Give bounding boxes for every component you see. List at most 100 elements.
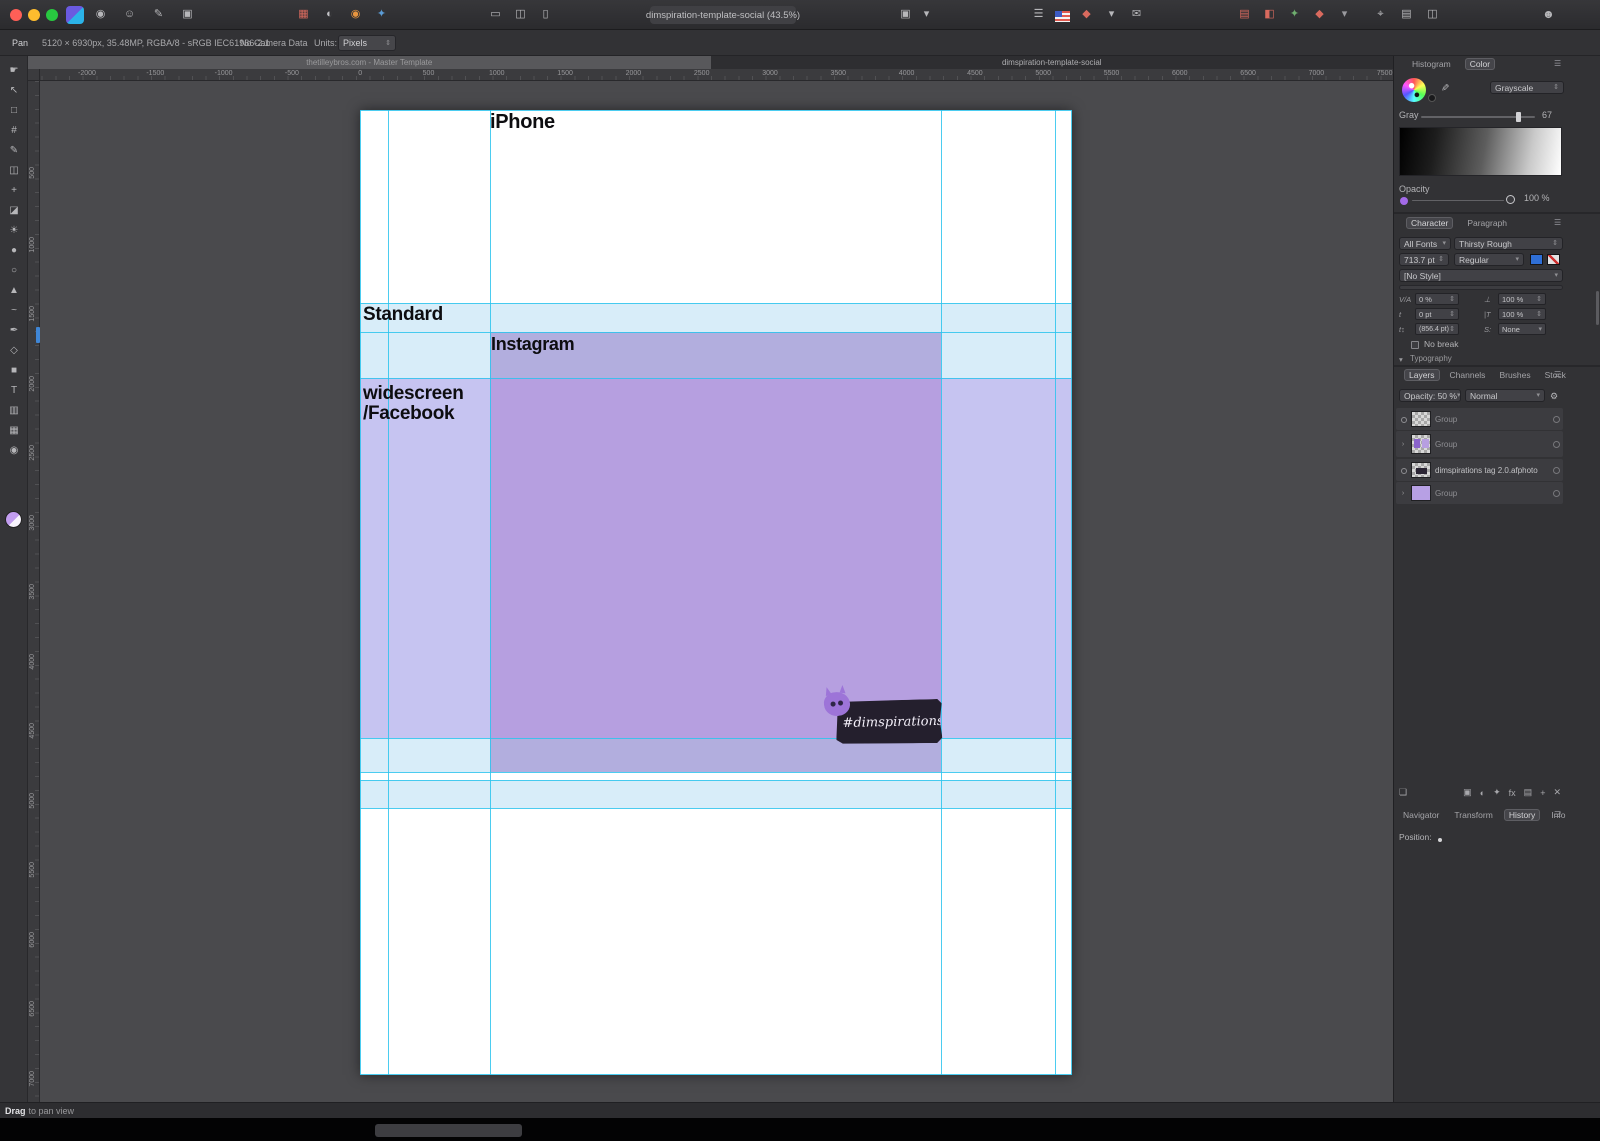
export-persona-icon[interactable]: ✦: [373, 6, 390, 23]
tone-mapping-persona-icon[interactable]: ◐: [321, 6, 338, 23]
background-document-tab[interactable]: thetilleybros.com - Master Template: [28, 56, 711, 69]
guide-line[interactable]: [360, 378, 1072, 379]
flag-icon[interactable]: [1055, 11, 1070, 22]
panel-menu-icon[interactable]: ☰: [1554, 370, 1561, 379]
account-icon[interactable]: ☻: [1540, 6, 1557, 23]
dimspirations-tag[interactable]: #dimspirations: [836, 699, 943, 745]
tab-color[interactable]: Color: [1465, 58, 1495, 70]
panel-scrollbar[interactable]: [1596, 291, 1599, 325]
split-view-icon[interactable]: ◫: [512, 6, 529, 23]
gradient-tool-icon[interactable]: ▥: [5, 402, 23, 420]
layer-effects-icon[interactable]: fx: [1509, 788, 1516, 798]
mesh-warp-tool-icon[interactable]: ▦: [5, 422, 23, 440]
rectangle-tool-icon[interactable]: ■: [5, 362, 23, 380]
group-layers-icon[interactable]: ▤: [1524, 787, 1533, 798]
mask-layer-icon[interactable]: ▣: [1463, 787, 1472, 798]
live-filter-icon[interactable]: ✦: [1493, 787, 1501, 798]
view-mode-icon[interactable]: ▭: [487, 6, 504, 23]
guide-line[interactable]: [1055, 110, 1056, 1075]
active-document-tab[interactable]: dimspiration-template-social: [711, 56, 1394, 69]
minimize-window-button[interactable]: [28, 9, 40, 21]
move-tool-icon[interactable]: ↖: [5, 82, 23, 100]
dropdown-icon[interactable]: ▾: [1103, 6, 1120, 23]
search-icon[interactable]: ⌖: [1372, 6, 1389, 23]
typography-section-label[interactable]: Typography: [1410, 354, 1452, 363]
text-style-select[interactable]: [No Style] ▾: [1399, 269, 1563, 282]
guide-line[interactable]: [360, 303, 1072, 304]
tab-histogram[interactable]: Histogram: [1408, 58, 1455, 70]
expand-arrow-icon[interactable]: ›: [1399, 490, 1407, 497]
tab-channels[interactable]: Channels: [1446, 369, 1490, 381]
gray-slider-handle[interactable]: [1516, 112, 1521, 122]
layer-row[interactable]: Group: [1396, 408, 1563, 430]
dodge-tool-icon[interactable]: ☀: [5, 222, 23, 240]
guide-line[interactable]: [360, 1074, 1072, 1075]
active-color-swatch[interactable]: [5, 511, 22, 528]
panel-menu-icon[interactable]: ☰: [1554, 218, 1561, 227]
alert-icon[interactable]: ◆: [1311, 6, 1328, 23]
color-mode-select[interactable]: Grayscale ⇕: [1490, 81, 1564, 94]
delete-layer-icon[interactable]: ✕: [1553, 787, 1561, 798]
accounts-icon[interactable]: ☺: [121, 6, 138, 23]
paint-icon[interactable]: ✎: [150, 6, 167, 23]
edit-all-layers-icon[interactable]: ❏: [1399, 787, 1407, 798]
panel-menu-icon[interactable]: ☰: [1554, 59, 1561, 68]
guide-line[interactable]: [360, 780, 1072, 781]
text-fill-swatch[interactable]: [1530, 254, 1543, 265]
history-position-handle[interactable]: [1438, 838, 1442, 842]
guide-line[interactable]: [360, 332, 1072, 333]
secondary-color-swatch[interactable]: [1428, 94, 1436, 102]
canvas-viewport[interactable]: iPhone Standard Instagram widescreen /Fa…: [40, 81, 1393, 1102]
font-name-select[interactable]: Thirsty Rough ⇕: [1454, 237, 1563, 250]
layer-row[interactable]: ›Group: [1396, 482, 1563, 504]
document-page[interactable]: iPhone Standard Instagram widescreen /Fa…: [360, 110, 1072, 1075]
leading-input[interactable]: (856.4 pt) ⇕: [1415, 323, 1459, 335]
feedback-icon[interactable]: ✉: [1128, 6, 1145, 23]
no-break-checkbox[interactable]: [1411, 341, 1419, 349]
expand-arrow-icon[interactable]: ›: [1399, 441, 1407, 448]
color-wheel[interactable]: [1402, 78, 1426, 102]
brushes-studio-icon[interactable]: ◉: [92, 6, 109, 23]
tab-navigator[interactable]: Navigator: [1399, 809, 1443, 821]
second-view-icon[interactable]: ▯: [537, 6, 554, 23]
opacity-slider[interactable]: [1412, 200, 1504, 201]
warning-icon[interactable]: ◆: [1078, 6, 1095, 23]
tab-brushes[interactable]: Brushes: [1495, 369, 1534, 381]
slice-icon[interactable]: ◧: [1261, 6, 1278, 23]
smudge-tool-icon[interactable]: ~: [5, 302, 23, 320]
burn-tool-icon[interactable]: ●: [5, 242, 23, 260]
pen-tool-icon[interactable]: ✒: [5, 322, 23, 340]
panel-menu-icon[interactable]: ☰: [1554, 810, 1561, 819]
sharpen-tool-icon[interactable]: ▲: [5, 282, 23, 300]
clone-tool-icon[interactable]: ◫: [5, 162, 23, 180]
guide-line[interactable]: [360, 738, 1072, 739]
pan-tool-icon[interactable]: ☛: [5, 62, 23, 80]
guide-line[interactable]: [360, 110, 1072, 111]
grayscale-gradient-box[interactable]: [1399, 127, 1562, 176]
tab-transform[interactable]: Transform: [1450, 809, 1496, 821]
tab-paragraph[interactable]: Paragraph: [1463, 217, 1511, 229]
gray-slider[interactable]: [1421, 116, 1535, 118]
panels-icon[interactable]: ◫: [1424, 6, 1441, 23]
blur-tool-icon[interactable]: ○: [5, 262, 23, 280]
horizontal-ruler[interactable]: -2000-1500-1000-500050010001500200025003…: [28, 69, 1393, 81]
healing-brush-tool-icon[interactable]: +: [5, 182, 23, 200]
palette-icon[interactable]: ✦: [1286, 6, 1303, 23]
more-icon[interactable]: ▾: [1336, 6, 1353, 23]
guide-line[interactable]: [490, 110, 491, 1075]
eraser-tool-icon[interactable]: ◪: [5, 202, 23, 220]
selection-tool-icon[interactable]: □: [5, 102, 23, 120]
liquify-persona-icon[interactable]: ◉: [347, 6, 364, 23]
eyedropper-icon[interactable]: ✎: [1439, 83, 1450, 91]
spelling-input[interactable]: None ▾: [1498, 323, 1546, 335]
v-scale-input[interactable]: 100 % ⇕: [1498, 308, 1546, 320]
zoom-tool-icon[interactable]: ◉: [5, 442, 23, 460]
opacity-slider-handle[interactable]: [1506, 195, 1515, 204]
h-scale-input[interactable]: 100 % ⇕: [1498, 293, 1546, 305]
baseline-input[interactable]: 0 pt ⇕: [1415, 308, 1459, 320]
layer-opacity-select[interactable]: Opacity: 50 % ▾: [1399, 389, 1461, 402]
paint-brush-tool-icon[interactable]: ✎: [5, 142, 23, 160]
guide-line[interactable]: [360, 808, 1072, 809]
guide-line[interactable]: [360, 110, 361, 1075]
add-layer-icon[interactable]: +: [1540, 788, 1545, 798]
